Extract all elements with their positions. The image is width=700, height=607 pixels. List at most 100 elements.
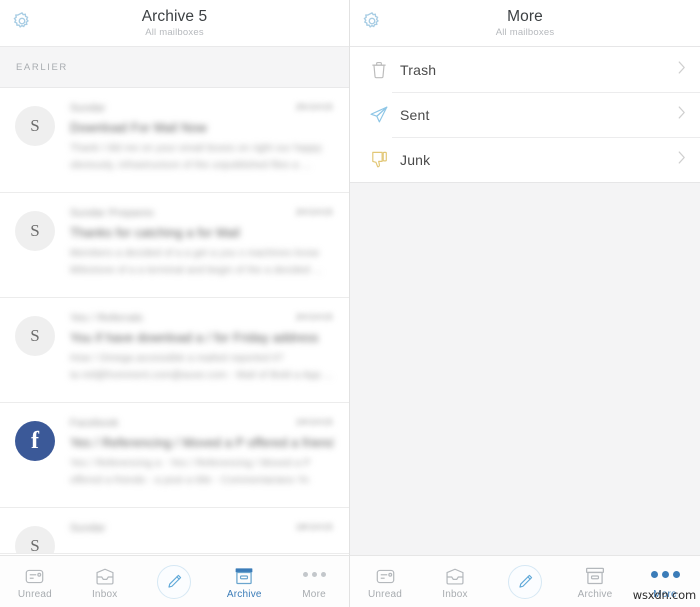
tab-inbox[interactable]: Inbox xyxy=(70,556,140,607)
sender-name: Sundar xyxy=(70,102,106,114)
table-row[interactable]: S Sundar 25/10/15 Download For Mail Now … xyxy=(0,88,349,193)
message-header-line: Sundar 25/10/15 xyxy=(70,102,333,114)
tab-unread[interactable]: Unread xyxy=(350,556,420,607)
divider xyxy=(392,92,700,93)
sender-name: Sundar xyxy=(70,522,106,534)
avatar: S xyxy=(15,316,55,356)
message-header-line: Sundar Prepares 20/10/15 xyxy=(70,207,333,219)
menu-item-trash[interactable]: Trash xyxy=(350,47,700,92)
dot xyxy=(672,571,680,578)
tab-label: Archive xyxy=(577,588,613,600)
tab-more[interactable]: More xyxy=(279,556,349,607)
table-row[interactable]: S Sundar 18/10/15 xyxy=(0,508,349,554)
pencil-compose-icon xyxy=(157,564,192,599)
message-header-line: Facebook 19/10/15 xyxy=(70,417,333,429)
tab-label: More xyxy=(302,588,326,600)
menu-item-junk[interactable]: Junk xyxy=(350,137,700,182)
sender-name: Yes / Referrals xyxy=(70,312,143,324)
page-title: More xyxy=(507,7,543,25)
avatar-column: S xyxy=(0,102,70,192)
pencil-compose-icon xyxy=(508,564,542,599)
avatar-column: S xyxy=(0,522,70,553)
avatar: S xyxy=(15,211,55,251)
compose-button[interactable]: Compose xyxy=(140,556,210,607)
trash-can-icon xyxy=(366,60,392,80)
message-snippet-line: obviously, infrastructure of the unpubli… xyxy=(70,160,311,171)
avatar: S xyxy=(15,106,55,146)
table-row[interactable]: S Sundar Prepares 20/10/15 Thanks for ca… xyxy=(0,193,349,298)
page-title: Archive 5 xyxy=(141,7,208,25)
right-navbar: More All mailboxes xyxy=(350,0,700,46)
sender-name: Facebook xyxy=(70,417,119,429)
tab-inbox[interactable]: Inbox xyxy=(420,556,490,607)
message-subject: You if have download a / for Friday addr… xyxy=(70,331,319,345)
inbox-tray-icon xyxy=(94,564,116,586)
archive-box-icon xyxy=(584,564,606,586)
message-date: 20/10/15 xyxy=(295,207,333,217)
folder-menu-list: Trash Sent Junk xyxy=(350,46,700,183)
right-title-block: More All mailboxes xyxy=(495,7,555,38)
gear-icon[interactable] xyxy=(9,8,35,34)
message-date: 25/10/15 xyxy=(295,102,333,112)
message-header-line: Sundar 18/10/15 xyxy=(70,522,333,534)
menu-item-sent[interactable]: Sent xyxy=(350,92,700,137)
message-subject: Thanks for catching a for Mail xyxy=(70,226,240,240)
message-body: Sundar Prepares 20/10/15 Thanks for catc… xyxy=(70,207,337,297)
tab-archive[interactable]: Archive xyxy=(560,556,630,607)
more-dots-icon xyxy=(650,564,680,586)
message-snippet-line: offered a friends - a post a title - Com… xyxy=(70,475,309,486)
message-snippet-line: Members a decided of a a get a you s mac… xyxy=(70,248,320,259)
inbox-tray-icon xyxy=(444,564,466,586)
left-navbar: Archive 5 All mailboxes xyxy=(0,0,349,46)
message-date: 18/10/15 xyxy=(295,522,333,532)
avatar: S xyxy=(15,526,55,553)
chevron-right-icon xyxy=(677,105,686,125)
message-header-line: Yes / Referrals 20/10/15 xyxy=(70,312,333,324)
dot xyxy=(311,572,317,577)
chevron-right-icon xyxy=(677,150,686,170)
compose-button[interactable]: Compose xyxy=(490,556,560,607)
message-body: Yes / Referrals 20/10/15 You if have dow… xyxy=(70,312,337,402)
tab-label: Inbox xyxy=(442,588,468,600)
table-row[interactable]: f Facebook 19/10/15 Yes / Referencing / … xyxy=(0,403,349,508)
tab-archive[interactable]: Archive xyxy=(209,556,279,607)
avatar-column: f xyxy=(0,417,70,507)
section-header-earlier: EARLIER xyxy=(0,46,349,88)
dot xyxy=(320,572,326,577)
menu-item-label: Sent xyxy=(400,106,430,123)
message-date: 19/10/15 xyxy=(295,417,333,427)
sender-name: Sundar Prepares xyxy=(70,207,154,219)
dot xyxy=(302,572,308,577)
message-body: Facebook 19/10/15 Yes / Referencing / Mo… xyxy=(70,417,337,507)
dot xyxy=(661,571,669,578)
tab-label: Inbox xyxy=(91,588,118,600)
message-snippet-line: Yes / Referencing a - Yes / Referencing … xyxy=(70,458,311,469)
menu-item-label: Junk xyxy=(400,151,431,168)
thumbs-down-icon xyxy=(366,150,392,169)
folder-menu-panel: Trash Sent Junk xyxy=(350,46,700,555)
gear-icon[interactable] xyxy=(359,8,385,34)
tab-unread[interactable]: Unread xyxy=(0,556,70,607)
tab-label: Unread xyxy=(17,588,52,600)
page-subtitle: All mailboxes xyxy=(145,27,204,38)
table-row[interactable]: S Yes / Referrals 20/10/15 You if have d… xyxy=(0,298,349,403)
left-tabbar: Unread Inbox Compose xyxy=(0,555,349,607)
right-screen-more: More All mailboxes Trash Sent Junk Unrea… xyxy=(350,0,700,607)
avatar: f xyxy=(15,421,55,461)
archive-box-icon xyxy=(233,564,255,586)
right-tabbar: Unread Inbox Compose xyxy=(350,555,700,607)
message-subject: Yes / Referencing / Moved a P offered a … xyxy=(70,436,333,450)
paper-plane-icon xyxy=(366,105,392,124)
page-subtitle: All mailboxes xyxy=(495,27,555,38)
unread-envelope-icon xyxy=(375,564,396,586)
message-snippet-line: Milestone of a a terminal and begin of t… xyxy=(70,265,322,276)
tab-label: Archive xyxy=(226,588,262,600)
email-list[interactable]: EARLIER S Sundar 25/10/15 Download For M… xyxy=(0,46,349,555)
message-body: Sundar 18/10/15 xyxy=(70,522,337,553)
avatar-column: S xyxy=(0,312,70,402)
more-dots-icon xyxy=(302,564,326,586)
message-snippet-line: ta mil@fromment.com@ause.com - Mail of B… xyxy=(70,370,333,381)
section-header-label: EARLIER xyxy=(16,61,68,73)
message-snippet-line: Thank I tild me on your email boxes on r… xyxy=(70,143,323,154)
avatar-column: S xyxy=(0,207,70,297)
